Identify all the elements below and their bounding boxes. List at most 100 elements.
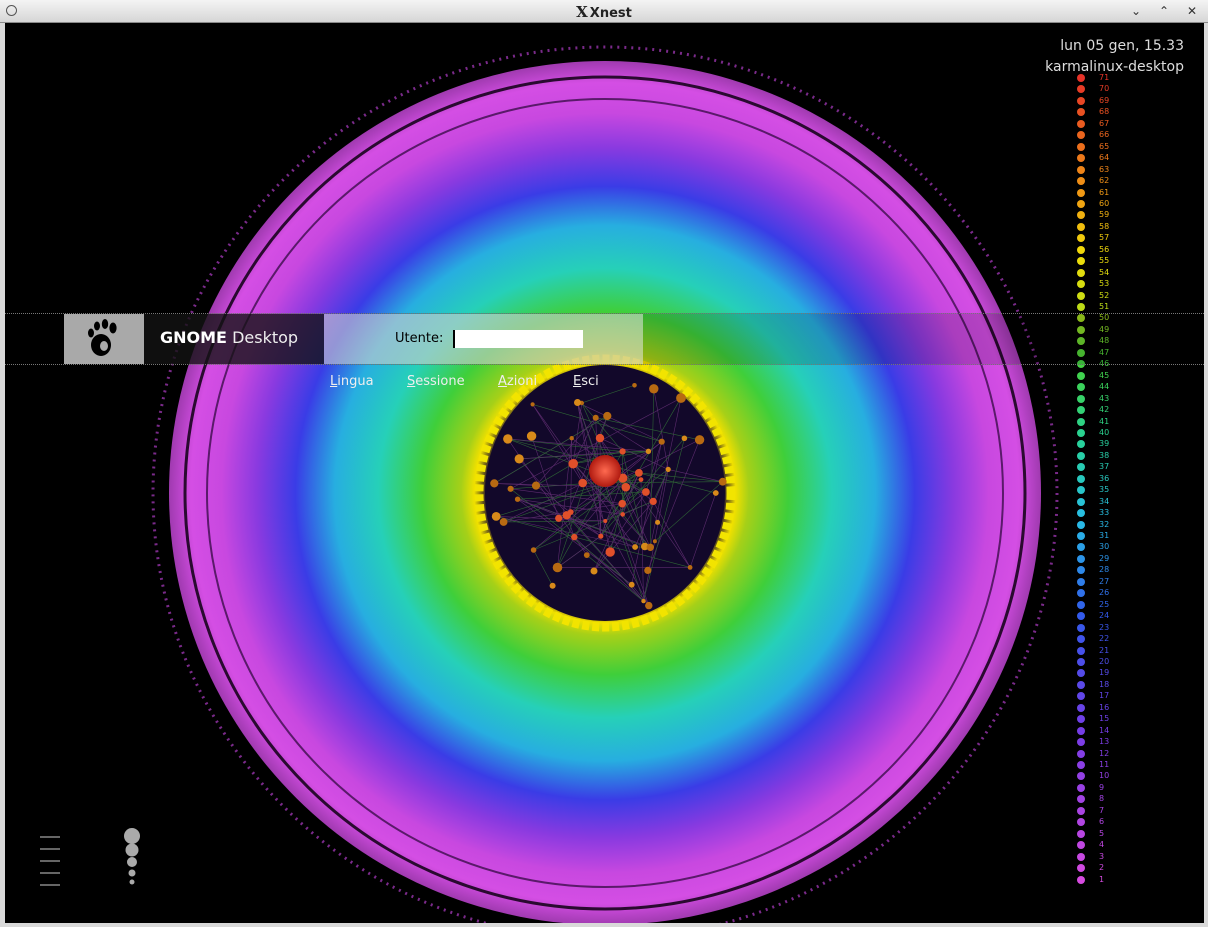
legend-row: 32 bbox=[1075, 520, 1135, 531]
legend-dot bbox=[1077, 451, 1085, 460]
legend-number: 53 bbox=[1099, 279, 1110, 289]
legend-row: 57 bbox=[1075, 233, 1135, 244]
core-node-dot bbox=[514, 496, 521, 502]
legend-number: 12 bbox=[1099, 748, 1110, 758]
legend-number: 3 bbox=[1099, 851, 1105, 861]
core-node-dot bbox=[603, 411, 612, 421]
core-node-dot bbox=[635, 469, 643, 477]
legend-number: 34 bbox=[1099, 496, 1110, 506]
legend-row: 29 bbox=[1075, 554, 1135, 565]
legend-number: 54 bbox=[1099, 267, 1110, 277]
legend-number: 16 bbox=[1099, 702, 1110, 712]
legend-row: 22 bbox=[1075, 634, 1135, 645]
legend-dot bbox=[1077, 806, 1085, 815]
close-icon[interactable]: ✕ bbox=[1182, 2, 1202, 20]
legend-row: 2 bbox=[1075, 863, 1135, 874]
core-node-dot bbox=[644, 566, 652, 575]
legend-dot bbox=[1077, 509, 1085, 518]
legend-dot bbox=[1077, 761, 1085, 769]
legend-row: 21 bbox=[1075, 646, 1135, 657]
legend-row: 17 bbox=[1075, 691, 1135, 702]
core-node-dot bbox=[555, 514, 563, 522]
core-node-dot bbox=[514, 454, 524, 464]
core-node-dot bbox=[530, 402, 535, 407]
legend-number: 31 bbox=[1099, 531, 1110, 540]
legend-dot bbox=[1077, 818, 1085, 827]
legend-number: 43 bbox=[1099, 393, 1110, 403]
legend-dot bbox=[1077, 428, 1085, 437]
legend-row: 28 bbox=[1075, 565, 1135, 576]
core-node-dot bbox=[681, 435, 688, 442]
network-visualization bbox=[151, 45, 1059, 923]
window-frame-bottom bbox=[0, 923, 1208, 927]
legend-row: 61 bbox=[1075, 188, 1135, 199]
legend-number: 11 bbox=[1099, 760, 1110, 769]
username-input[interactable] bbox=[453, 330, 583, 348]
legend-dot bbox=[1077, 199, 1085, 208]
legend-row: 70 bbox=[1075, 84, 1135, 95]
legend-row: 37 bbox=[1075, 462, 1135, 473]
legend-number: 21 bbox=[1099, 645, 1110, 655]
legend-row: 1 bbox=[1075, 875, 1135, 886]
legend-row: 39 bbox=[1075, 439, 1135, 450]
core-node-dot bbox=[567, 509, 574, 515]
legend-number: 39 bbox=[1099, 439, 1110, 449]
legend-dot bbox=[1077, 657, 1085, 666]
legend-dot bbox=[1077, 589, 1085, 598]
core-node-dot bbox=[603, 519, 608, 523]
legend-dot bbox=[1077, 142, 1085, 151]
legend-row: 59 bbox=[1075, 210, 1135, 221]
legend-row: 23 bbox=[1075, 623, 1135, 634]
legend-dot bbox=[1077, 440, 1085, 449]
scale-sphere bbox=[128, 869, 136, 877]
legend-dot bbox=[1077, 96, 1085, 105]
legend-number: 38 bbox=[1099, 450, 1110, 460]
menu-quit[interactable]: Esci bbox=[573, 374, 599, 389]
legend-dot bbox=[1077, 291, 1085, 300]
legend-row: 25 bbox=[1075, 600, 1135, 611]
legend-number: 51 bbox=[1099, 302, 1110, 311]
legend-number: 44 bbox=[1099, 382, 1110, 392]
legend-number: 57 bbox=[1099, 233, 1110, 243]
user-label: Utente: bbox=[395, 331, 444, 346]
menu-actions[interactable]: Azioni bbox=[498, 374, 537, 389]
legend-dot bbox=[1077, 532, 1085, 540]
legend-number: 19 bbox=[1099, 668, 1110, 678]
legend-row: 64 bbox=[1075, 153, 1135, 164]
window-titlebar: X Xnest ⌄ ⌃ ✕ bbox=[0, 0, 1208, 23]
legend-dot bbox=[1077, 646, 1085, 655]
legend-dot bbox=[1077, 520, 1085, 529]
legend-number: 65 bbox=[1099, 141, 1110, 151]
legend-dot bbox=[1077, 623, 1085, 632]
menu-session[interactable]: Sessione bbox=[407, 374, 465, 389]
maximize-icon[interactable]: ⌃ bbox=[1154, 2, 1174, 20]
core-node-dot bbox=[694, 435, 705, 445]
minimize-icon[interactable]: ⌄ bbox=[1126, 2, 1146, 20]
menu-language[interactable]: Lingua bbox=[330, 374, 374, 389]
legend-dot bbox=[1077, 383, 1085, 392]
legend-dot bbox=[1077, 211, 1085, 220]
core-node-dot bbox=[712, 490, 719, 496]
legend-row: 5 bbox=[1075, 829, 1135, 840]
scale-label-mark bbox=[40, 860, 60, 862]
legend-number: 29 bbox=[1099, 553, 1110, 563]
legend-row: 34 bbox=[1075, 497, 1135, 508]
legend-dot bbox=[1077, 543, 1085, 552]
legend-dot bbox=[1077, 703, 1085, 712]
legend-number: 20 bbox=[1099, 656, 1110, 666]
legend-row: 9 bbox=[1075, 783, 1135, 794]
login-panel: GNOME Desktop Utente: bbox=[5, 313, 1204, 365]
legend-dot bbox=[1077, 188, 1085, 197]
legend-dot bbox=[1077, 772, 1085, 781]
legend-row: 65 bbox=[1075, 142, 1135, 153]
legend-dot bbox=[1077, 417, 1085, 426]
core-node-dot bbox=[718, 477, 727, 486]
legend-row: 62 bbox=[1075, 176, 1135, 187]
legend-row: 43 bbox=[1075, 394, 1135, 405]
legend-row: 52 bbox=[1075, 291, 1135, 302]
legend-row: 27 bbox=[1075, 577, 1135, 588]
legend-number: 64 bbox=[1099, 153, 1110, 163]
core-node-dot bbox=[621, 482, 631, 492]
legend-dot bbox=[1077, 177, 1085, 186]
core-node-dot bbox=[549, 582, 556, 589]
